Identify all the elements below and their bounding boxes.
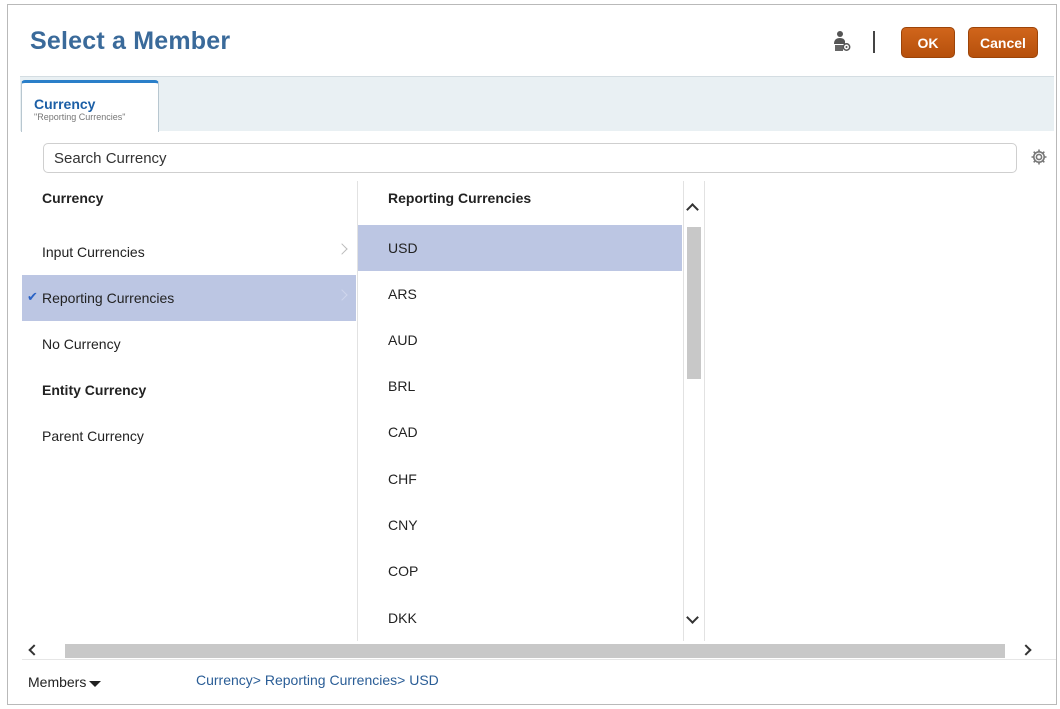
list-item-label: No Currency: [42, 336, 121, 352]
chevron-right-icon: [336, 243, 348, 255]
chevron-right-icon: [336, 289, 348, 301]
select-member-dialog: Select a Member OK Cancel Currency "Repo…: [7, 4, 1057, 705]
list-item-label: CNY: [388, 517, 418, 533]
column-header-currency: Currency: [42, 190, 104, 206]
column-header-reporting-currencies: Reporting Currencies: [388, 190, 532, 206]
tab-currency[interactable]: Currency "Reporting Currencies": [21, 80, 159, 132]
tab-subtitle: "Reporting Currencies": [34, 112, 126, 122]
currency-column: Currency Input Currencies ✔ Reporting Cu…: [22, 181, 356, 641]
scroll-down-icon[interactable]: [686, 611, 699, 624]
member-columns: Currency Input Currencies ✔ Reporting Cu…: [22, 181, 1056, 641]
vertical-scrollbar[interactable]: [683, 181, 703, 641]
user-settings-icon[interactable]: [833, 30, 851, 52]
list-item-cad[interactable]: CAD: [358, 409, 682, 455]
list-item-label: COP: [388, 563, 419, 579]
breadcrumb: Currency> Reporting Currencies> USD: [196, 672, 439, 688]
list-item-parent-currency[interactable]: Parent Currency: [22, 413, 356, 459]
list-item-reporting-currencies[interactable]: ✔ Reporting Currencies: [22, 275, 356, 321]
breadcrumb-item-currency[interactable]: Currency>: [196, 672, 261, 688]
list-item-label: AUD: [388, 332, 418, 348]
caret-down-icon: [89, 680, 102, 687]
tab-strip: Currency "Reporting Currencies": [20, 76, 1054, 132]
list-item-label: USD: [388, 240, 418, 256]
list-item-cop[interactable]: COP: [358, 548, 682, 594]
dialog-header: Select a Member OK Cancel: [8, 5, 1056, 75]
vertical-scroll-thumb[interactable]: [687, 227, 701, 379]
breadcrumb-item-reporting-currencies[interactable]: Reporting Currencies>: [265, 672, 405, 688]
members-label: Members: [28, 674, 87, 690]
checkmark-icon: ✔: [27, 289, 38, 304]
list-item-label: Entity Currency: [42, 382, 147, 398]
scroll-up-icon[interactable]: [686, 203, 699, 216]
search-input[interactable]: Search Currency: [43, 143, 1017, 173]
list-item-label: ARS: [388, 286, 417, 302]
header-divider: [873, 31, 875, 53]
members-menu-button[interactable]: Members: [28, 674, 102, 690]
cancel-button[interactable]: Cancel: [968, 27, 1038, 58]
horizontal-scroll-thumb[interactable]: [65, 644, 1005, 658]
list-item-usd[interactable]: USD: [358, 225, 682, 271]
gear-icon[interactable]: [1030, 148, 1048, 166]
list-item-label: Parent Currency: [42, 428, 144, 444]
list-item-chf[interactable]: CHF: [358, 456, 682, 502]
list-item-label: CHF: [388, 471, 417, 487]
list-item-label: CAD: [388, 424, 418, 440]
list-item-label: BRL: [388, 378, 416, 394]
empty-column: [704, 181, 1056, 641]
reporting-currencies-column: Reporting Currencies USD ARS AUD BRL CAD…: [357, 181, 682, 641]
list-item-label: Input Currencies: [42, 244, 145, 260]
breadcrumb-item-usd[interactable]: USD: [409, 672, 439, 688]
list-item-entity-currency[interactable]: Entity Currency: [22, 367, 356, 413]
list-item-no-currency[interactable]: No Currency: [22, 321, 356, 367]
list-item-cny[interactable]: CNY: [358, 502, 682, 548]
scroll-left-icon[interactable]: [28, 644, 40, 656]
list-item-label: Reporting Currencies: [42, 290, 175, 306]
list-item-ars[interactable]: ARS: [358, 271, 682, 317]
tab-title: Currency: [34, 96, 96, 112]
horizontal-scrollbar[interactable]: [22, 641, 1056, 659]
dialog-footer: Members Currency> Reporting Currencies> …: [22, 659, 1056, 703]
list-item-dkk[interactable]: DKK: [358, 595, 682, 641]
ok-button[interactable]: OK: [901, 27, 955, 58]
list-item-label: DKK: [388, 610, 417, 626]
scroll-right-icon[interactable]: [1020, 644, 1032, 656]
list-item-aud[interactable]: AUD: [358, 317, 682, 363]
list-item-brl[interactable]: BRL: [358, 363, 682, 409]
list-item-input-currencies[interactable]: Input Currencies: [22, 229, 356, 275]
dialog-title: Select a Member: [30, 27, 231, 55]
search-placeholder: Search Currency: [54, 149, 167, 167]
